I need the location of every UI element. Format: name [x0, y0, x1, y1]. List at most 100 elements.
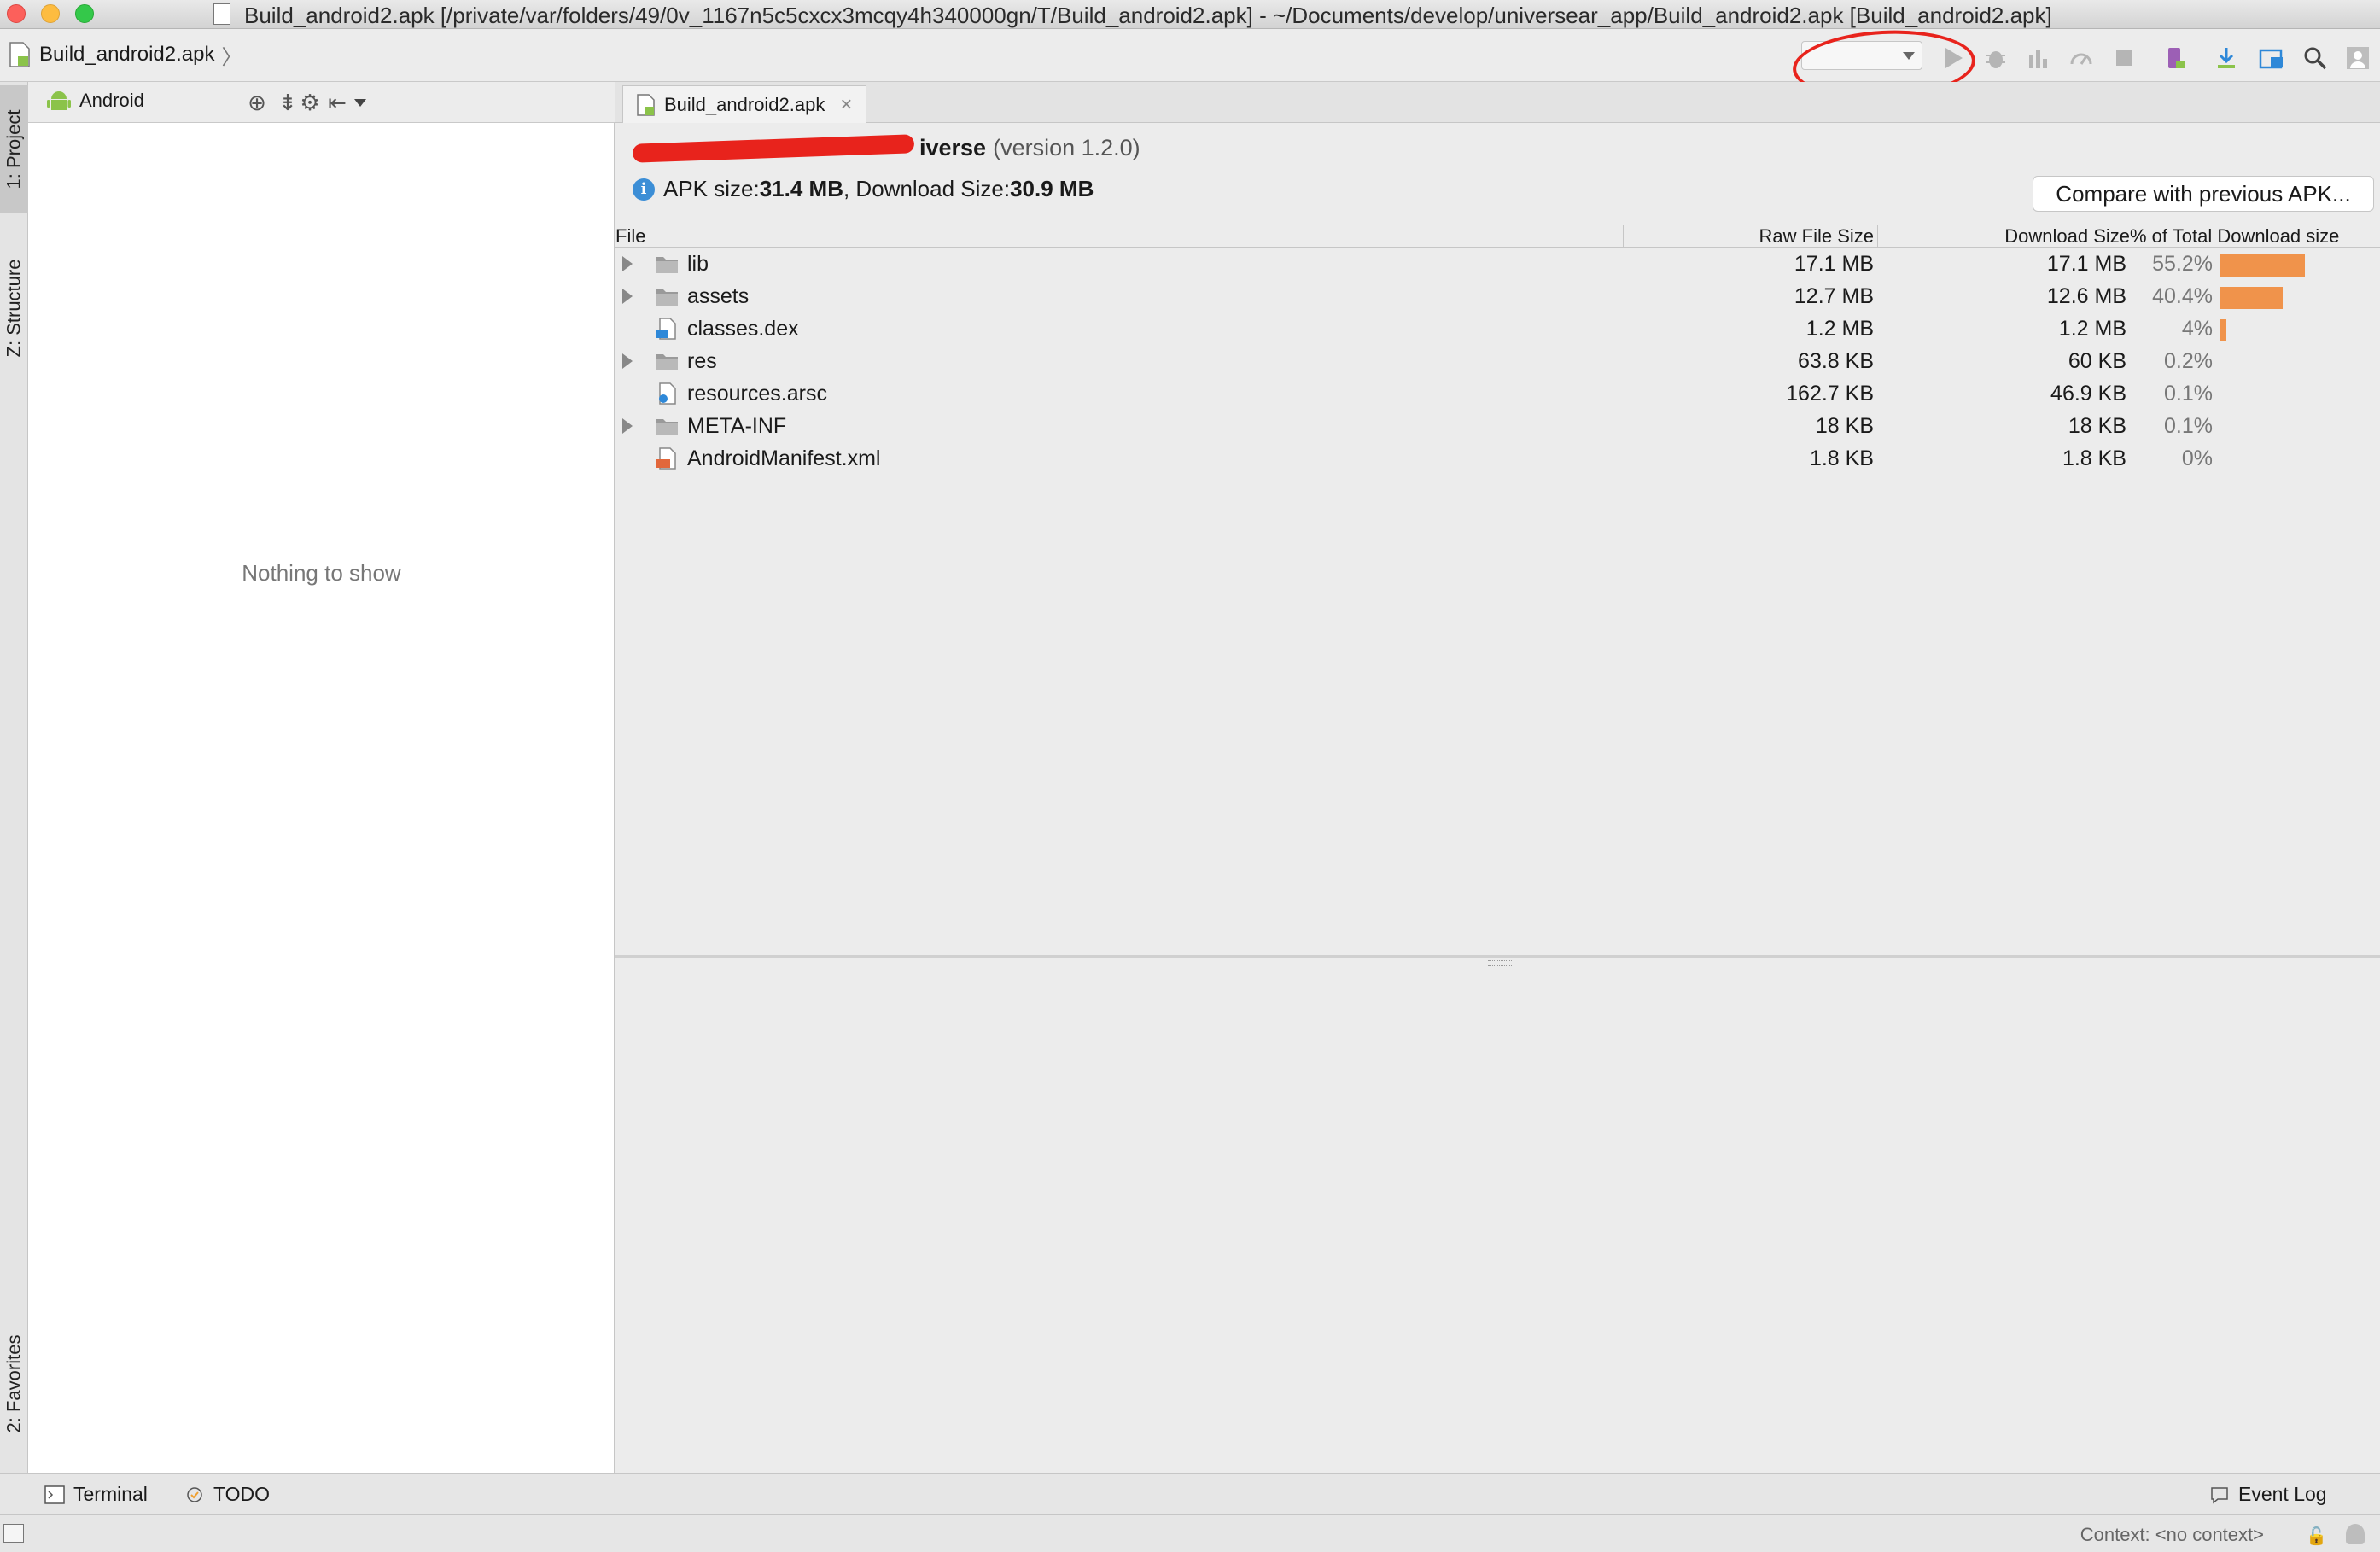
- scroll-from-source-icon[interactable]: ⊕: [243, 89, 271, 116]
- app-name: iverse: [919, 135, 987, 160]
- stop-icon[interactable]: [2107, 41, 2141, 75]
- arsc-file-icon: [655, 382, 679, 405]
- file-name: AndroidManifest.xml: [687, 446, 881, 470]
- splitter-grip[interactable]: [1488, 960, 1512, 966]
- apk-file-icon: [637, 93, 656, 116]
- project-view-label: Android: [79, 90, 144, 111]
- table-header: File Raw File Size Download Size % of To…: [615, 225, 2380, 248]
- editor-tab-label: Build_android2.apk: [664, 93, 825, 115]
- download-size: 1.2 MB: [2058, 317, 2126, 341]
- avd-manager-icon[interactable]: [2158, 41, 2192, 75]
- table-row[interactable]: resources.arsc 162.7 KB 46.9 KB 0.1%: [615, 377, 2380, 410]
- apk-file-icon: [9, 42, 31, 67]
- chevron-down-icon: [354, 99, 366, 107]
- tab-favorites[interactable]: 2: Favorites: [0, 1311, 28, 1456]
- percent-of-total: 0.1%: [2164, 414, 2213, 438]
- raw-size: 162.7 KB: [1786, 382, 1874, 406]
- redaction-mark: [632, 133, 915, 163]
- raw-size: 1.8 KB: [1809, 446, 1874, 470]
- compare-apk-button[interactable]: Compare with previous APK...: [2033, 176, 2374, 212]
- project-structure-icon[interactable]: [2255, 41, 2290, 75]
- terminal-button[interactable]: Terminal: [44, 1483, 148, 1506]
- table-row[interactable]: META-INF 18 KB 18 KB 0.1%: [615, 410, 2380, 442]
- terminal-label: Terminal: [73, 1483, 148, 1505]
- download-size: 17.1 MB: [2046, 252, 2126, 276]
- run-icon[interactable]: [1936, 41, 1970, 75]
- column-header-raw-size[interactable]: Raw File Size: [1759, 225, 1874, 248]
- sdk-manager-icon[interactable]: [2209, 41, 2243, 75]
- close-icon[interactable]: ×: [840, 93, 852, 117]
- download-size: 46.9 KB: [2050, 382, 2126, 406]
- expand-arrow-icon[interactable]: [622, 289, 633, 304]
- raw-size: 12.7 MB: [1794, 284, 1874, 308]
- table-row[interactable]: assets 12.7 MB 12.6 MB 40.4%: [615, 280, 2380, 312]
- size-bar: [2220, 287, 2283, 309]
- size-bar: [2220, 254, 2305, 277]
- details-pane: [615, 958, 2380, 1473]
- todo-label: TODO: [213, 1483, 271, 1505]
- percent-of-total: 4%: [2181, 317, 2213, 341]
- empty-state-text: Nothing to show: [242, 560, 401, 586]
- column-header-percent[interactable]: % of Total Download size: [2130, 225, 2339, 248]
- hide-panel-icon[interactable]: ⇤: [324, 89, 351, 116]
- terminal-icon: [44, 1485, 65, 1504]
- window-title: Build_android2.apk [/private/var/folders…: [244, 3, 2052, 28]
- minimize-window-button[interactable]: [41, 4, 60, 23]
- column-header-download-size[interactable]: Download Size: [2004, 225, 2130, 248]
- percent-of-total: 40.4%: [2152, 284, 2213, 308]
- toggle-tool-windows-icon[interactable]: [3, 1524, 24, 1543]
- todo-button[interactable]: TODO: [184, 1483, 270, 1506]
- file-name: resources.arsc: [687, 382, 827, 406]
- event-log-icon: [2209, 1485, 2230, 1504]
- tab-project[interactable]: 1: Project: [0, 85, 28, 213]
- android-icon: [47, 91, 71, 110]
- folder-icon: [655, 350, 679, 372]
- expand-arrow-icon[interactable]: [622, 353, 633, 369]
- table-row[interactable]: res 63.8 KB 60 KB 0.2%: [615, 345, 2380, 377]
- breadcrumb[interactable]: Build_android2.apk 〉: [9, 41, 242, 69]
- table-row[interactable]: AndroidManifest.xml 1.8 KB 1.8 KB 0%: [615, 442, 2380, 475]
- lock-icon[interactable]: 🔓: [2306, 1526, 2327, 1547]
- percent-of-total: 55.2%: [2152, 252, 2213, 276]
- table-row[interactable]: classes.dex 1.2 MB 1.2 MB 4%: [615, 312, 2380, 345]
- editor-tab-apk[interactable]: Build_android2.apk ×: [622, 85, 867, 123]
- project-panel: Android ⊕ ⇟ ⚙ ⇤ Nothing to show: [28, 82, 615, 1473]
- zoom-window-button[interactable]: [75, 4, 94, 23]
- expand-arrow-icon[interactable]: [622, 418, 633, 434]
- gear-icon[interactable]: ⚙: [296, 89, 324, 116]
- todo-icon: [184, 1485, 205, 1504]
- coverage-icon[interactable]: [2021, 41, 2056, 75]
- debug-icon[interactable]: [1979, 41, 2013, 75]
- raw-size: 17.1 MB: [1794, 252, 1874, 276]
- tab-structure-label: Z: Structure: [3, 259, 25, 358]
- chevron-right-icon: 〉: [221, 45, 242, 69]
- inspector-icon[interactable]: [2346, 1524, 2365, 1544]
- download-size: 60 KB: [2068, 349, 2126, 373]
- tab-structure[interactable]: Z: Structure: [0, 236, 28, 381]
- pane-splitter[interactable]: [615, 955, 2380, 958]
- info-icon: i: [633, 178, 655, 201]
- project-view-select[interactable]: Android: [47, 89, 366, 113]
- file-name: assets: [687, 284, 750, 308]
- apk-size-summary: i APK size: 31.4 MB , Download Size: 30.…: [633, 176, 1094, 202]
- download-size-label: , Download Size:: [843, 176, 1011, 201]
- document-icon: [213, 3, 230, 25]
- expand-arrow-icon[interactable]: [622, 256, 633, 271]
- profile-icon[interactable]: [2064, 41, 2098, 75]
- dex-file-icon: [655, 318, 679, 340]
- folder-icon: [655, 285, 679, 307]
- bottom-tool-bar: Terminal TODO Event Log: [0, 1473, 2380, 1514]
- event-log-button[interactable]: Event Log: [2209, 1483, 2327, 1506]
- close-window-button[interactable]: [7, 4, 26, 23]
- apk-size-label: APK size:: [663, 176, 760, 201]
- file-name: classes.dex: [687, 317, 799, 341]
- user-icon[interactable]: [2341, 41, 2375, 75]
- event-log-label: Event Log: [2238, 1483, 2327, 1505]
- size-bar: [2220, 319, 2226, 341]
- column-header-file[interactable]: File: [615, 225, 645, 248]
- table-row[interactable]: lib 17.1 MB 17.1 MB 55.2%: [615, 248, 2380, 280]
- window-title-bar: Build_android2.apk [/private/var/folders…: [0, 0, 2380, 29]
- status-bar: Context: <no context> 🔓: [0, 1514, 2380, 1552]
- search-icon[interactable]: [2298, 41, 2332, 75]
- raw-size: 18 KB: [1815, 414, 1874, 438]
